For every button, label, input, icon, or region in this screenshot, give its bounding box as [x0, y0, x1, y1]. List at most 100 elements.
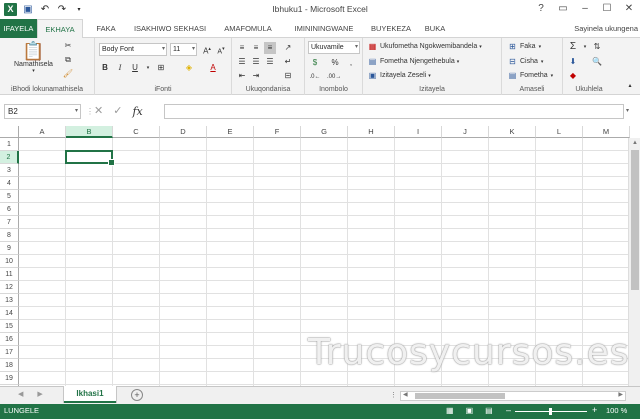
font-color-icon[interactable]: A	[207, 62, 219, 74]
row-header-17[interactable]: 17	[0, 346, 19, 359]
fill-icon[interactable]: ⬇	[567, 56, 579, 68]
column-header-h[interactable]: H	[348, 126, 395, 138]
row-header-9[interactable]: 9	[0, 242, 19, 255]
signin-link[interactable]: Sayinela ukungena	[574, 19, 638, 38]
fill-color-icon[interactable]: ◈	[183, 62, 195, 74]
chevron-down-icon[interactable]: ▾	[579, 41, 591, 53]
maximize-icon[interactable]: ☐	[596, 0, 618, 17]
shrink-font-icon[interactable]: A▾	[215, 43, 227, 55]
find-select-icon[interactable]: 🔍	[591, 56, 603, 68]
format-as-table-button[interactable]: ▤ Fometha Njengethebula ▾	[367, 56, 460, 67]
grow-font-icon[interactable]: A▴	[201, 43, 213, 56]
page-break-view-icon[interactable]: ▤	[485, 406, 493, 415]
scroll-left-icon[interactable]: ◀	[403, 391, 408, 398]
font-name-select[interactable]: Body Font ▾	[99, 43, 167, 56]
italic-button[interactable]: I	[114, 62, 126, 74]
delete-cells-button[interactable]: ⊟ Cisha ▾	[507, 56, 543, 67]
prev-sheet-icon[interactable]: ◀	[18, 390, 23, 398]
comma-style-icon[interactable]: ,	[345, 57, 357, 69]
chevron-down-icon[interactable]: ▾	[142, 62, 154, 74]
copy-icon[interactable]: ⧉	[62, 54, 74, 66]
row-header-13[interactable]: 13	[0, 294, 19, 307]
increase-indent-icon[interactable]: ⇥	[250, 70, 262, 82]
insert-cells-button[interactable]: ⊞ Faka ▾	[507, 41, 541, 52]
sort-filter-icon[interactable]: ⇅	[591, 41, 603, 53]
next-sheet-icon[interactable]: ▶	[37, 390, 42, 398]
underline-button[interactable]: U	[129, 62, 141, 74]
column-header-i[interactable]: I	[395, 126, 442, 138]
column-header-m[interactable]: M	[583, 126, 630, 138]
align-bottom-icon[interactable]: ≡	[264, 42, 276, 54]
insert-function-button[interactable]: fx	[132, 104, 142, 119]
row-header-3[interactable]: 3	[0, 164, 19, 177]
zoom-in-icon[interactable]: +	[592, 405, 597, 415]
align-top-icon[interactable]: ≡	[236, 42, 248, 54]
row-header-5[interactable]: 5	[0, 190, 19, 203]
page-layout-view-icon[interactable]: ▣	[466, 406, 474, 415]
tab-split-icon[interactable]: ⋮	[390, 391, 397, 399]
row-header-2[interactable]: 2	[0, 151, 19, 164]
row-header-1[interactable]: 1	[0, 138, 19, 151]
expand-formula-bar-icon[interactable]: ▾	[626, 107, 629, 114]
scroll-up-icon[interactable]: ▲	[629, 138, 640, 148]
column-header-j[interactable]: J	[442, 126, 489, 138]
column-header-k[interactable]: K	[489, 126, 536, 138]
format-cells-button[interactable]: ▤ Fometha ▾	[507, 70, 553, 81]
scroll-right-icon[interactable]: ▶	[618, 391, 623, 398]
font-size-select[interactable]: 11 ▾	[170, 43, 197, 56]
row-header-11[interactable]: 11	[0, 268, 19, 281]
cell-styles-button[interactable]: ▣ Izitayela Zeseli ▾	[367, 70, 431, 81]
formula-input[interactable]	[164, 104, 624, 119]
horizontal-scrollbar[interactable]: ◀ ▶	[400, 391, 626, 401]
ribbon-display-icon[interactable]: ▭	[552, 0, 574, 17]
decrease-indent-icon[interactable]: ⇤	[236, 70, 248, 82]
paste-button[interactable]: 📋 Namathisela ▾	[14, 41, 53, 74]
column-header-b[interactable]: B	[66, 126, 113, 138]
clear-icon[interactable]: ◆	[567, 70, 579, 82]
row-header-15[interactable]: 15	[0, 320, 19, 333]
wrap-text-icon[interactable]: ↵	[282, 56, 294, 68]
row-header-14[interactable]: 14	[0, 307, 19, 320]
percent-style-button[interactable]: %	[329, 57, 341, 69]
tab-file[interactable]: IFAYELA	[0, 19, 37, 38]
row-header-7[interactable]: 7	[0, 216, 19, 229]
row-header-8[interactable]: 8	[0, 229, 19, 242]
number-format-select[interactable]: Ukuvamile ▾	[308, 41, 360, 54]
minimize-icon[interactable]: –	[574, 0, 596, 17]
column-header-c[interactable]: C	[113, 126, 160, 138]
vertical-scroll-thumb[interactable]	[631, 150, 639, 290]
normal-view-icon[interactable]: ▦	[446, 406, 454, 415]
close-icon[interactable]: ✕	[618, 0, 640, 17]
merge-center-icon[interactable]: ⊟	[282, 70, 294, 82]
name-box[interactable]: B2 ▾	[4, 104, 81, 119]
cut-icon[interactable]: ✂	[62, 40, 74, 52]
borders-icon[interactable]: ⊞	[155, 62, 167, 74]
horizontal-scroll-thumb[interactable]	[415, 393, 505, 399]
zoom-slider-knob[interactable]	[549, 408, 552, 415]
row-header-16[interactable]: 16	[0, 333, 19, 346]
column-header-f[interactable]: F	[254, 126, 301, 138]
row-header-10[interactable]: 10	[0, 255, 19, 268]
autosum-icon[interactable]: Σ	[567, 41, 579, 53]
tab-insert[interactable]: FAKA	[89, 19, 123, 38]
align-right-icon[interactable]: ☰	[264, 56, 276, 68]
zoom-slider[interactable]	[515, 408, 587, 415]
column-header-l[interactable]: L	[536, 126, 583, 138]
accounting-format-icon[interactable]: $	[309, 57, 321, 69]
align-left-icon[interactable]: ☰	[236, 56, 248, 68]
row-header-6[interactable]: 6	[0, 203, 19, 216]
increase-decimal-icon[interactable]: .0←	[309, 71, 321, 83]
row-header-12[interactable]: 12	[0, 281, 19, 294]
tab-home[interactable]: EKHAYA	[37, 19, 83, 39]
align-middle-icon[interactable]: ≡	[250, 42, 262, 54]
tab-data[interactable]: IMINININGWANE	[285, 19, 363, 38]
bold-button[interactable]: B	[99, 62, 111, 74]
enter-icon[interactable]: ✓	[113, 104, 122, 119]
format-painter-icon[interactable]: 🖌	[62, 68, 74, 80]
tab-page-layout[interactable]: ISAKHIWO SEKHASI	[129, 19, 211, 38]
decrease-decimal-icon[interactable]: .00→	[327, 71, 341, 83]
orientation-icon[interactable]: ↗	[282, 42, 294, 54]
cancel-icon[interactable]: ✕	[94, 104, 103, 119]
row-header-19[interactable]: 19	[0, 372, 19, 385]
conditional-formatting-button[interactable]: ▦ Ukufometha Ngokwemibandela ▾	[367, 41, 482, 52]
